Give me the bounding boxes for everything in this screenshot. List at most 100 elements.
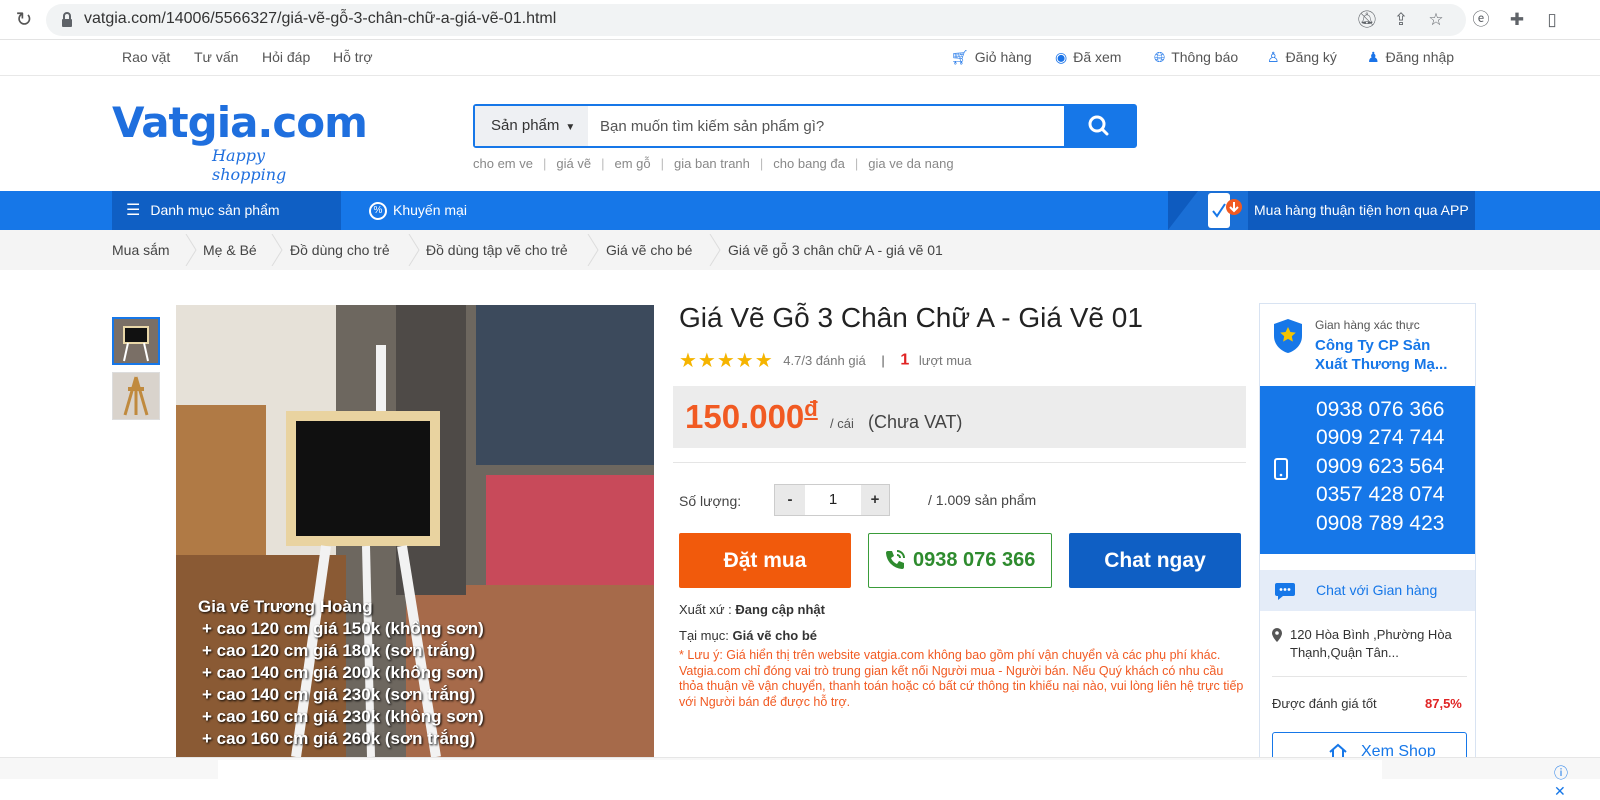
breadcrumb-separator-icon xyxy=(271,234,283,266)
list-icon: ☰ xyxy=(126,202,141,219)
shop-rating-value: 87,5% xyxy=(1425,696,1462,711)
breadcrumb-item[interactable]: Đồ dùng tập vẽ cho trẻ xyxy=(426,242,568,258)
bookmark-star-icon[interactable]: ☆ xyxy=(1426,10,1446,30)
notify-label: Thông báo xyxy=(1171,49,1239,65)
cart-icon: 🛒︎ xyxy=(951,49,969,65)
category-link[interactable]: Giá vẽ cho bé xyxy=(732,628,817,643)
link-hoi-dap[interactable]: Hỏi đáp xyxy=(262,49,310,65)
purchase-label: lượt mua xyxy=(918,353,972,368)
shop-name-link[interactable]: Công Ty CP Sản Xuất Thương Mạ... xyxy=(1315,336,1465,374)
url-text[interactable]: vatgia.com/14006/5566327/giá-vẽ-gỗ-3-châ… xyxy=(84,10,556,28)
phone-download-icon xyxy=(1208,193,1242,228)
chat-with-shop-button[interactable]: Chat với Gian hàng xyxy=(1260,570,1475,611)
main-nav: ☰ Danh mục sản phẩm % Khuyến mại Mua hàng … xyxy=(0,191,1600,230)
breadcrumb-item[interactable]: Giá vẽ cho bé xyxy=(606,242,692,258)
price-value: 150.000 xyxy=(685,398,805,435)
shop-panel: Gian hàng xác thực Công Ty CP Sản Xuất T… xyxy=(1259,303,1476,763)
search-hint[interactable]: giá vẽ xyxy=(556,156,591,171)
login-label: Đăng nhập xyxy=(1385,49,1455,65)
mute-icon[interactable]: 🔕︎ xyxy=(1356,10,1378,30)
product-main-image[interactable]: Gia vẽ Trương Hoàng + cao 120 cm giá 150… xyxy=(176,305,654,757)
breadcrumb-item[interactable]: Mẹ & Bé xyxy=(203,242,257,258)
shop-phone[interactable]: 0938 076 366 xyxy=(1316,398,1444,422)
shop-phone[interactable]: 0909 274 744 xyxy=(1316,426,1444,450)
price-unit: / cái xyxy=(830,416,854,431)
price-currency: đ xyxy=(804,396,818,421)
viewed-label: Đã xem xyxy=(1073,49,1122,65)
eye-icon: ◉ xyxy=(1055,49,1068,65)
search-hint[interactable]: cho bang đa xyxy=(773,156,845,171)
search-hint[interactable]: cho em ve xyxy=(473,156,533,171)
site-logo[interactable]: Vatgia.com Happy shopping xyxy=(112,94,368,184)
sidebar-icon[interactable]: ▯ xyxy=(1542,10,1562,30)
cart-link[interactable]: 🛒︎ Giỏ hàng xyxy=(951,49,1032,66)
image-overlay-line: + cao 160 cm giá 260k (sơn trắng) xyxy=(202,729,476,748)
breadcrumb-separator-icon xyxy=(408,234,420,266)
price-disclaimer: * Lưu ý: Giá hiển thị trên website vatgi… xyxy=(679,648,1244,709)
rating-text[interactable]: 4.7/3 đánh giá xyxy=(783,353,865,368)
search-button[interactable] xyxy=(1064,106,1135,146)
app-banner[interactable]: Mua hàng thuận tiện hơn qua APP xyxy=(1168,191,1475,230)
shop-address: 120 Hòa Bình ,Phường Hòa Thạnh,Quận Tân.… xyxy=(1290,627,1452,660)
percent-icon: % xyxy=(369,202,387,221)
shield-star-icon xyxy=(1274,319,1302,353)
extension-e-icon[interactable]: ⓔ xyxy=(1471,10,1491,30)
search-hint[interactable]: gia ve da nang xyxy=(868,156,953,171)
product-thumbnail[interactable] xyxy=(112,317,160,365)
image-overlay-line: + cao 140 cm giá 230k (sơn trắng) xyxy=(202,685,476,704)
product-thumbnail[interactable] xyxy=(112,372,160,420)
ad-info-close-icons[interactable]: ⓘ ✕ xyxy=(1554,763,1568,800)
login-link[interactable]: ♟ Đăng nhập xyxy=(1367,49,1454,66)
shop-phone[interactable]: 0908 789 423 xyxy=(1316,512,1444,536)
share-icon[interactable]: ⇪ xyxy=(1391,10,1411,30)
quantity-decrease-button[interactable]: - xyxy=(775,485,805,515)
rating-separator: | xyxy=(881,353,885,368)
user-plus-icon: ♙ xyxy=(1267,49,1280,65)
search-hint[interactable]: gia ban tranh xyxy=(674,156,750,171)
link-tu-van[interactable]: Tư vấn xyxy=(194,49,238,65)
categories-menu-button[interactable]: ☰ Danh mục sản phẩm xyxy=(112,191,341,230)
chat-with-shop-label: Chat với Gian hàng xyxy=(1316,582,1438,598)
call-button[interactable]: 0938 076 366 xyxy=(868,533,1052,588)
breadcrumb-item[interactable]: Đồ dùng cho trẻ xyxy=(290,242,390,258)
cart-label: Giỏ hàng xyxy=(974,49,1032,65)
lock-icon xyxy=(62,12,72,27)
breadcrumb-item[interactable]: Mua sắm xyxy=(112,242,170,258)
viewed-link[interactable]: ◉ Đã xem xyxy=(1055,49,1121,66)
shop-phone[interactable]: 0909 623 564 xyxy=(1316,455,1444,479)
puzzle-icon[interactable]: ✚ xyxy=(1507,10,1527,30)
logo-tagline: Happy shopping xyxy=(212,146,287,184)
top-links-bar: Rao vặt Tư vấn Hỏi đáp Hỗ trợ 🛒︎ Giỏ hàng… xyxy=(0,40,1600,76)
origin-info: Xuất xứ : Đang cập nhật xyxy=(679,602,825,617)
purchase-count: 1 xyxy=(900,351,910,369)
promo-label: Khuyến mại xyxy=(393,202,467,218)
buy-button[interactable]: Đặt mua xyxy=(679,533,851,588)
product-title: Giá Vẽ Gỗ 3 Chân Chữ A - Giá Vẽ 01 xyxy=(679,302,1143,333)
image-overlay-line: + cao 120 cm giá 180k (sơn trắng) xyxy=(202,641,476,660)
browser-bar: ↻ vatgia.com/14006/5566327/giá-vẽ-gỗ-3-c… xyxy=(0,0,1600,40)
chat-now-button[interactable]: Chat ngay xyxy=(1069,533,1241,588)
search-hint[interactable]: em gỗ xyxy=(614,156,650,171)
register-link[interactable]: ♙ Đăng ký xyxy=(1267,49,1337,66)
breadcrumb-current: Giá vẽ gỗ 3 chân chữ A - giá vẽ 01 xyxy=(728,242,943,258)
image-overlay-line: + cao 140 cm giá 200k (không sơn) xyxy=(202,663,484,682)
link-rao-vat[interactable]: Rao vặt xyxy=(122,49,170,65)
product-price: 150.000đ xyxy=(685,396,818,436)
register-label: Đăng ký xyxy=(1285,49,1337,65)
breadcrumb-separator-icon xyxy=(587,234,599,266)
notify-link[interactable]: 🌐︎ Thông báo xyxy=(1154,49,1238,66)
breadcrumb: Mua sắm Mẹ & Bé Đồ dùng cho trẻ Đồ dùng … xyxy=(0,230,1600,270)
ad-banner[interactable]: ⓘ ✕ xyxy=(218,760,1568,799)
quantity-increase-button[interactable]: + xyxy=(861,485,889,515)
reload-icon[interactable]: ↻ xyxy=(12,8,36,32)
quantity-input[interactable]: 1 xyxy=(805,485,861,515)
quantity-stepper: - 1 + xyxy=(774,484,890,516)
ad-strip: ⓘ ✕ xyxy=(0,757,1600,799)
promo-link[interactable]: % Khuyến mại xyxy=(369,191,467,230)
search-category-select[interactable]: Sản phẩm ▼ xyxy=(475,106,588,146)
search-input[interactable] xyxy=(588,106,1058,146)
breadcrumb-separator-icon xyxy=(709,234,721,266)
mobile-phone-icon xyxy=(1274,458,1288,480)
link-ho-tro[interactable]: Hỗ trợ xyxy=(333,49,373,65)
shop-phone[interactable]: 0357 428 074 xyxy=(1316,483,1444,507)
